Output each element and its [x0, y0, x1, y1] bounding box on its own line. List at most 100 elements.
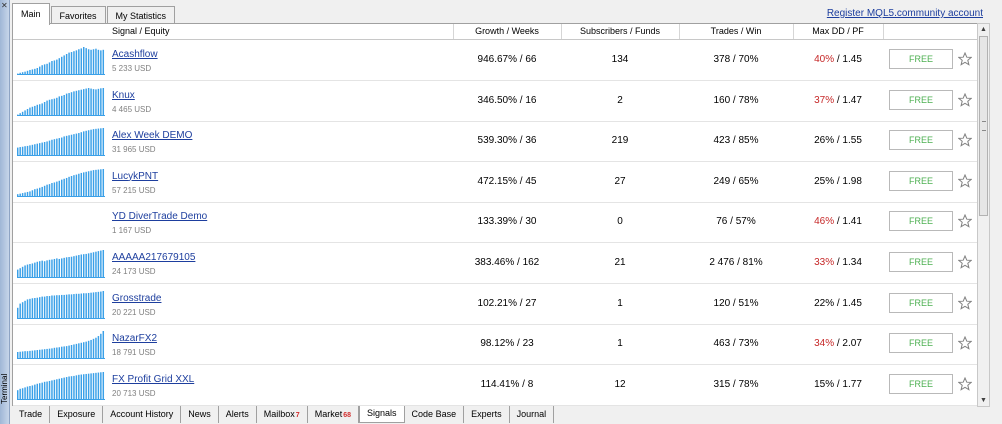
- table-row[interactable]: Alex Week DEMO 31 965 USD 539.30% / 36 219 4…: [13, 121, 977, 163]
- table-row[interactable]: FX Profit Grid XXL 20 713 USD 114.41% / 8 1…: [13, 365, 977, 406]
- equity-bar: [61, 346, 63, 360]
- equity-bar: [97, 169, 100, 197]
- signal-name-link[interactable]: FX Profit Grid XXL: [112, 374, 194, 386]
- star-icon[interactable]: [958, 295, 972, 310]
- equity-bar: [39, 349, 41, 360]
- table-row[interactable]: NazarFX2 18 791 USD 98.12% / 23 1 463 / 73% 3…: [13, 324, 977, 366]
- tab-news[interactable]: News: [181, 406, 219, 423]
- count-badge: 7: [295, 412, 300, 419]
- equity-bar: [78, 133, 80, 157]
- star-icon[interactable]: [958, 336, 972, 350]
- table-row[interactable]: Grosstrade 20 221 USD 102.21% / 27 1 120 / 5…: [13, 284, 977, 325]
- maxdd-pf: 15% / 1.77: [793, 365, 883, 405]
- tab-trade[interactable]: Trade: [12, 406, 51, 423]
- equity-bar: [85, 48, 87, 75]
- equity-bar: [100, 128, 102, 157]
- equity-bar: [95, 48, 97, 75]
- scroll-down-icon[interactable]: ▼: [978, 395, 989, 406]
- equity-bar: [58, 138, 61, 157]
- signal-name-link[interactable]: Grosstrade: [112, 293, 161, 305]
- signal-name-link[interactable]: Knux: [112, 90, 135, 102]
- signal-name-link[interactable]: Alex Week DEMO: [112, 130, 192, 142]
- equity-bar: [19, 268, 21, 278]
- equity-bar: [97, 372, 100, 400]
- register-link[interactable]: Register MQL5.community account: [827, 8, 983, 19]
- free-subscribe-button[interactable]: FREE: [889, 130, 953, 151]
- free-subscribe-button[interactable]: FREE: [889, 252, 953, 272]
- signal-name-link[interactable]: YD DiverTrade Demo: [112, 211, 207, 223]
- star-icon[interactable]: [958, 214, 972, 229]
- equity-bar: [83, 131, 85, 157]
- equity-bar: [83, 292, 85, 319]
- equity-bar: [34, 297, 36, 319]
- equity-bar: [97, 291, 100, 319]
- tab-signals[interactable]: Signals: [359, 406, 405, 423]
- equity-bar: [75, 255, 78, 278]
- equity-bar: [102, 371, 105, 400]
- equity-bar: [43, 101, 46, 116]
- col-subscribers[interactable]: Subscribers / Funds: [561, 24, 680, 39]
- star-icon[interactable]: [958, 133, 972, 147]
- scroll-up-icon[interactable]: ▲: [978, 24, 989, 35]
- tab-journal[interactable]: Journal: [510, 406, 555, 423]
- star-icon[interactable]: [958, 52, 972, 66]
- equity-bar: [87, 171, 90, 197]
- tab-exposure[interactable]: Exposure: [50, 406, 104, 423]
- close-icon[interactable]: ✕: [1, 2, 8, 10]
- star-icon[interactable]: [958, 376, 972, 391]
- tab-label: Trade: [19, 409, 43, 419]
- equity-bar: [100, 169, 102, 197]
- signal-name-link[interactable]: NazarFX2: [112, 333, 157, 345]
- col-signal[interactable]: Signal / Equity: [112, 24, 170, 39]
- col-maxdd[interactable]: Max DD / PF: [793, 24, 884, 39]
- scroll-thumb[interactable]: [979, 36, 988, 216]
- free-subscribe-button[interactable]: FREE: [889, 170, 953, 191]
- table-row[interactable]: Acashflow 5 233 USD 946.67% / 66 134 378 / 7…: [13, 40, 977, 81]
- tab-label: Journal: [516, 409, 547, 419]
- equity-bar: [97, 49, 100, 75]
- equity-bar: [51, 259, 53, 278]
- free-subscribe-button[interactable]: FREE: [889, 89, 953, 110]
- maxdd-pf: 26% / 1.55: [793, 121, 883, 161]
- tab-market[interactable]: Market68: [308, 406, 360, 423]
- equity-bar: [70, 91, 73, 116]
- vertical-scrollbar[interactable]: ▲ ▼: [977, 23, 990, 407]
- col-growth[interactable]: Growth / Weeks: [453, 24, 562, 39]
- table-row[interactable]: Knux 4 465 USD 346.50% / 16 2 160 / 78% 37% /…: [13, 81, 977, 122]
- signal-name-link[interactable]: LucykPNT: [112, 171, 158, 183]
- free-subscribe-button[interactable]: FREE: [889, 333, 953, 354]
- tab-alerts[interactable]: Alerts: [219, 406, 257, 423]
- profit-factor: / 2.07: [834, 338, 862, 350]
- equity-bar: [41, 382, 43, 400]
- tab-account-history[interactable]: Account History: [103, 406, 182, 423]
- col-trades[interactable]: Trades / Win: [679, 24, 794, 39]
- equity-bar: [90, 252, 92, 278]
- equity-bar: [48, 99, 51, 116]
- table-row[interactable]: AAAAA217679105 24 173 USD 383.46% / 162 21 2…: [13, 243, 977, 284]
- tab-experts[interactable]: Experts: [464, 406, 510, 423]
- signal-name-link[interactable]: AAAAA217679105: [112, 252, 195, 264]
- equity-bar: [26, 146, 29, 157]
- signal-name-link[interactable]: Acashflow: [112, 49, 158, 61]
- table-row[interactable]: YD DiverTrade Demo 1 167 USD 133.39% / 30 0…: [13, 202, 977, 244]
- tab-mailbox[interactable]: Mailbox7: [257, 406, 308, 423]
- free-subscribe-button[interactable]: FREE: [889, 211, 953, 232]
- equity-bar: [100, 291, 102, 319]
- star-icon[interactable]: [958, 173, 972, 188]
- free-subscribe-button[interactable]: FREE: [889, 373, 953, 394]
- tab-main[interactable]: Main: [12, 3, 50, 25]
- table-row[interactable]: LucykPNT 57 215 USD 472.15% / 45 27 249 / 65…: [13, 162, 977, 203]
- trades-win: 423 / 85%: [713, 135, 759, 147]
- equity-bar: [73, 256, 75, 278]
- star-icon[interactable]: [958, 255, 972, 269]
- equity-bar: [58, 258, 61, 278]
- free-subscribe-button[interactable]: FREE: [889, 292, 953, 313]
- star-icon[interactable]: [958, 92, 972, 107]
- equity-bar: [73, 174, 75, 197]
- growth-weeks: 472.15% / 45: [477, 175, 537, 187]
- free-subscribe-button[interactable]: FREE: [889, 49, 953, 69]
- tab-code-base[interactable]: Code Base: [405, 406, 465, 423]
- signal-funds: 20 221 USD: [112, 307, 156, 317]
- equity-bar: [80, 132, 83, 157]
- equity-bar: [48, 183, 51, 197]
